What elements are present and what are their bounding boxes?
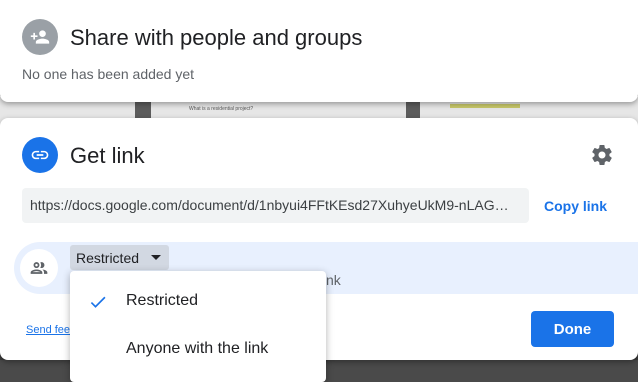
access-level-dropdown[interactable]: Restricted [70, 245, 170, 270]
done-button[interactable]: Done [531, 311, 614, 347]
get-link-title: Get link [70, 143, 145, 168]
background-doc-text: What is a residential project? [189, 106, 254, 112]
menu-item-label: Restricted [126, 292, 199, 309]
gear-icon[interactable] [590, 143, 614, 167]
menu-item-anyone-with-link[interactable]: Anyone with the link [70, 328, 326, 372]
person-add-icon [22, 19, 58, 55]
share-dialog: Share with people and groups No one has … [0, 0, 638, 102]
caret-down-icon [151, 255, 162, 260]
access-level-value: Restricted [76, 249, 140, 266]
share-title: Share with people and groups [70, 25, 363, 50]
background-highlight [450, 104, 520, 108]
access-description: nk [326, 272, 341, 288]
link-icon [22, 137, 58, 173]
share-empty-message: No one has been added yet [22, 66, 195, 82]
check-icon [90, 296, 106, 308]
access-level-menu: Restricted Anyone with the link [70, 271, 326, 382]
people-icon [20, 249, 58, 287]
copy-link-button[interactable]: Copy link [544, 198, 607, 214]
link-url-field[interactable]: https://docs.google.com/document/d/1nbyu… [22, 188, 529, 223]
menu-item-label: Anyone with the link [126, 340, 269, 357]
menu-item-restricted[interactable]: Restricted [70, 280, 326, 324]
